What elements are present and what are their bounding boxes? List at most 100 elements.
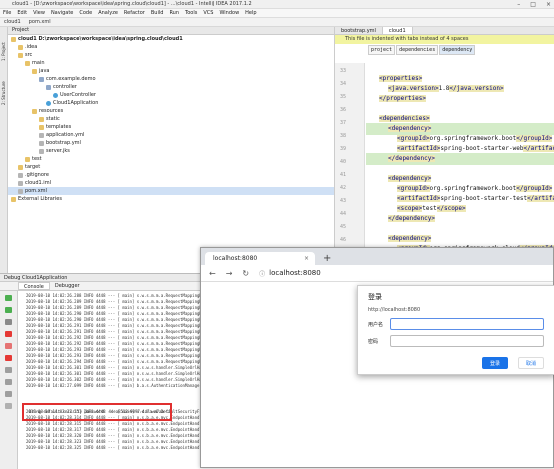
browser-tab[interactable]: localhost:8080 × [205,252,315,265]
xml-tag: <dependency> [388,125,432,132]
info-icon[interactable]: ⓘ [259,269,265,278]
tree-item[interactable]: java [8,67,334,75]
tab-bootstrap-yml[interactable]: bootstrap.yml [335,27,383,34]
forward-icon[interactable]: → [226,269,233,278]
pause-icon[interactable] [5,319,12,325]
cancel-button[interactable]: 取消 [518,357,544,369]
close-panel-icon[interactable] [5,391,12,397]
menu-item-file[interactable]: File [3,10,11,16]
menu-item-refactor[interactable]: Refactor [124,10,145,16]
settings-icon[interactable] [5,367,12,373]
tree-item[interactable]: .idea [8,43,334,51]
stop-icon[interactable] [5,331,12,337]
xml-value: spring-boot-starter-test [440,195,528,202]
tree-item-label: static [46,116,60,122]
line-number: 44 [340,211,347,217]
xml-crumb-project[interactable]: project [368,44,396,55]
tree-item-label: server.jks [46,148,70,154]
line-number: 42 [340,185,347,191]
tab-cloud1-pom[interactable]: cloud1 [382,27,413,34]
tree-item[interactable]: Cloud1Application [8,99,334,107]
tree-item-label: pom.xml [25,188,47,194]
project-tool-tab[interactable]: 1: Project [1,31,7,61]
tree-item[interactable]: test [8,155,334,163]
tree-item[interactable]: External Libraries [8,195,334,203]
tree-item[interactable]: main [8,59,334,67]
tree-item[interactable]: UserController [8,91,334,99]
menu-item-build[interactable]: Build [151,10,164,16]
menu-item-tools[interactable]: Tools [185,10,197,16]
xml-crumb-dependencies[interactable]: dependencies [396,44,439,55]
browser-tab-bar: localhost:8080 × + [201,248,553,265]
menu-item-edit[interactable]: Edit [17,10,27,16]
address-bar[interactable]: ⓘ localhost:8080 [259,269,321,278]
tab-debugger[interactable]: Debugger [50,282,85,290]
password-field[interactable] [390,335,544,347]
reload-icon[interactable]: ↻ [242,269,249,278]
username-field[interactable] [390,318,544,330]
xml-tag: <groupId> [397,135,430,142]
tree-item[interactable]: controller [8,83,334,91]
xml-value: org.springframework.boot [429,135,517,142]
tree-item-label: Cloud1Application [53,100,99,106]
tree-item[interactable]: templates [8,123,334,131]
breakpoints-icon[interactable] [5,343,12,349]
menu-item-help[interactable]: Help [245,10,256,16]
tree-item[interactable]: static [8,115,334,123]
dialog-subtitle: http://localhost:8080 [368,307,421,313]
tree-item[interactable]: cloud1 D:\zworkspace\workspace\idea\spri… [8,35,334,43]
menu-item-run[interactable]: Run [169,10,179,16]
tree-item[interactable]: server.jks [8,147,334,155]
mute-breakpoints-icon[interactable] [5,355,12,361]
project-panel-header: Project [8,27,334,35]
tree-item[interactable]: com.example.demo [8,75,334,83]
breadcrumb-project[interactable]: cloud1 [4,19,21,25]
line-number: 36 [340,107,347,113]
structure-tool-tab[interactable]: 2: Structure [1,71,7,105]
close-icon[interactable]: × [546,1,551,8]
tab-console[interactable]: Console [18,282,50,290]
username-label: 用户名 [368,321,384,328]
tree-item[interactable]: resources [8,107,334,115]
login-button[interactable]: 登录 [482,357,508,369]
tab-close-icon[interactable]: × [304,252,309,265]
tree-item[interactable]: bootstrap.yml [8,139,334,147]
tree-item[interactable]: cloud1.iml [8,179,334,187]
project-panel: Project cloud1 D:\zworkspace\workspace\i… [8,27,334,273]
pin-icon[interactable] [5,379,12,385]
browser-window: localhost:8080 × + ← → ↻ ⓘ localhost:808… [200,247,554,468]
menu-item-view[interactable]: View [33,10,45,16]
project-tree: cloud1 D:\zworkspace\workspace\idea\spri… [8,35,334,203]
breadcrumb-file[interactable]: pom.xml [29,19,51,25]
folder-icon [32,68,37,74]
tree-item[interactable]: target [8,163,334,171]
tree-item-label: bootstrap.yml [46,140,81,146]
help-icon[interactable] [5,403,12,409]
new-tab-icon[interactable]: + [323,252,331,265]
menu-item-vcs[interactable]: VCS [203,10,213,16]
code-area[interactable]: <properties> <java.version>1.8</java.vers… [366,63,554,273]
tree-item[interactable]: pom.xml [8,187,334,195]
maximize-icon[interactable]: □ [530,1,536,8]
tree-item[interactable]: .gitignore [8,171,334,179]
xml-breadcrumb: project dependencies dependency [335,44,554,55]
xml-tag: <java.version> [388,85,439,92]
minimize-icon[interactable]: – [517,1,520,8]
xml-value: org.springframework.boot [429,185,517,192]
xml-crumb-dependency[interactable]: dependency [439,44,476,55]
line-number: 35 [340,94,347,100]
menu-item-window[interactable]: Window [219,10,239,16]
tree-item[interactable]: application.yml [8,131,334,139]
password-row: 密码 [368,335,544,347]
back-icon[interactable]: ← [209,269,216,278]
menu-item-analyze[interactable]: Analyze [98,10,118,16]
xml-value: spring-boot-starter-web [440,145,524,152]
menu-item-navigate[interactable]: Navigate [51,10,73,16]
resume-icon[interactable] [5,307,12,313]
line-number: 46 [340,237,347,243]
tree-item[interactable]: src [8,51,334,59]
debug-toolbar [0,291,18,469]
menu-item-code[interactable]: Code [79,10,92,16]
security-password-highlight: Using default security password: 4dea851… [22,403,172,421]
rerun-icon[interactable] [5,295,12,301]
